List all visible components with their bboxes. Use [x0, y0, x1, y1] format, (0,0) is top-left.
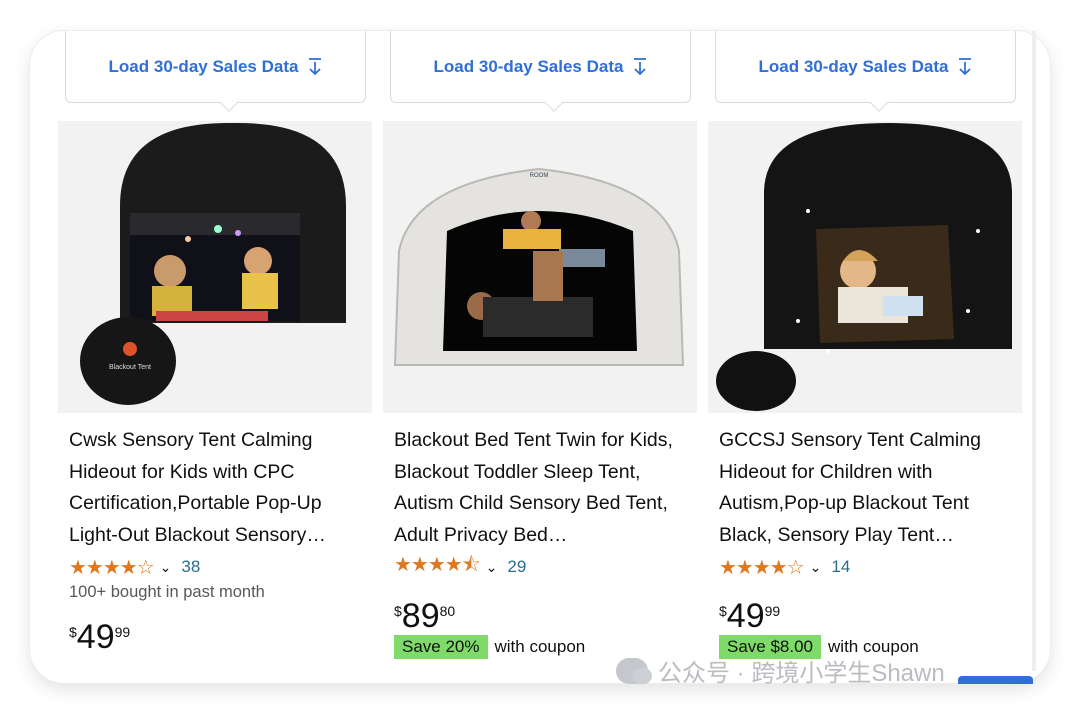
scrollbar-track[interactable]	[1032, 31, 1036, 671]
download-icon	[309, 58, 322, 76]
product-title-link[interactable]: Blackout Bed Tent Twin for Kids, Blackou…	[394, 425, 686, 551]
product-title-link[interactable]: GCCSJ Sensory Tent Calming Hideout for C…	[719, 425, 1011, 551]
watermark-text: 公众号 · 跨境小学生Shawn	[658, 660, 945, 687]
price-symbol: $	[394, 603, 402, 619]
price: $ 89 80	[394, 597, 455, 635]
chevron-down-icon[interactable]: ⌄	[486, 559, 498, 576]
product-results-panel: Load 30-day Sales Data Blackout Tent Cws…	[30, 31, 1050, 683]
rating-row[interactable]: ★★★★☆ ⌄ 14	[719, 555, 850, 579]
rating-row[interactable]: ★★★★☆ ⌄ 38	[69, 555, 200, 579]
product-card: Load 30-day Sales Data Blackout Tent Cws…	[58, 31, 372, 683]
product-card: Load 30-day Sales Data ROOM Blackout Bed…	[383, 31, 697, 683]
price-fraction: 99	[764, 603, 781, 619]
coupon-row: Save 20% with coupon	[394, 635, 585, 659]
download-icon	[959, 58, 972, 76]
bought-in-past-month: 100+ bought in past month	[69, 583, 265, 601]
load-sales-data-label: Load 30-day Sales Data	[108, 57, 299, 76]
price-whole: 89	[401, 597, 440, 635]
price: $ 49 99	[69, 618, 130, 656]
price-fraction: 99	[114, 624, 131, 640]
chevron-down-icon[interactable]: ⌄	[810, 559, 822, 576]
rating-stars[interactable]: ★★★★⯪	[394, 550, 481, 584]
svg-text:Blackout Tent: Blackout Tent	[109, 364, 151, 371]
review-count-link[interactable]: 29	[507, 557, 526, 577]
rating-stars[interactable]: ★★★★☆	[719, 555, 805, 580]
load-sales-data-label: Load 30-day Sales Data	[758, 57, 949, 76]
rating-row[interactable]: ★★★★⯪ ⌄ 29	[394, 554, 526, 579]
price-whole: 49	[726, 597, 765, 635]
price: $ 49 99	[719, 597, 780, 635]
product-card: Load 30-day Sales Data GCCSJ Sensory Ten…	[708, 31, 1022, 683]
price-symbol: $	[69, 624, 77, 640]
coupon-text: with coupon	[494, 637, 586, 656]
sales-data-box: Load 30-day Sales Data	[390, 31, 691, 103]
load-sales-data-button[interactable]: Load 30-day Sales Data	[716, 31, 1015, 103]
product-image[interactable]	[708, 121, 1022, 413]
partial-button[interactable]	[958, 676, 1033, 684]
load-sales-data-button[interactable]: Load 30-day Sales Data	[391, 31, 690, 103]
price-symbol: $	[719, 603, 727, 619]
chevron-down-icon[interactable]: ⌄	[160, 559, 172, 576]
review-count-link[interactable]: 38	[181, 557, 200, 577]
price-whole: 49	[76, 618, 115, 656]
wechat-icon	[616, 657, 652, 684]
watermark: 公众号 · 跨境小学生Shawn	[616, 653, 945, 688]
review-count-link[interactable]: 14	[831, 557, 850, 577]
product-image[interactable]: Blackout Tent	[58, 121, 372, 413]
coupon-badge[interactable]: Save 20%	[394, 635, 488, 659]
download-icon	[634, 58, 647, 76]
rating-stars[interactable]: ★★★★☆	[69, 555, 155, 580]
sales-data-box: Load 30-day Sales Data	[65, 31, 366, 103]
svg-text:ROOM: ROOM	[530, 173, 549, 179]
sales-data-box: Load 30-day Sales Data	[715, 31, 1016, 103]
load-sales-data-button[interactable]: Load 30-day Sales Data	[66, 31, 365, 103]
product-title-link[interactable]: Cwsk Sensory Tent Calming Hideout for Ki…	[69, 425, 361, 551]
load-sales-data-label: Load 30-day Sales Data	[433, 57, 624, 76]
product-image[interactable]: ROOM	[383, 121, 697, 413]
price-fraction: 80	[439, 603, 456, 619]
